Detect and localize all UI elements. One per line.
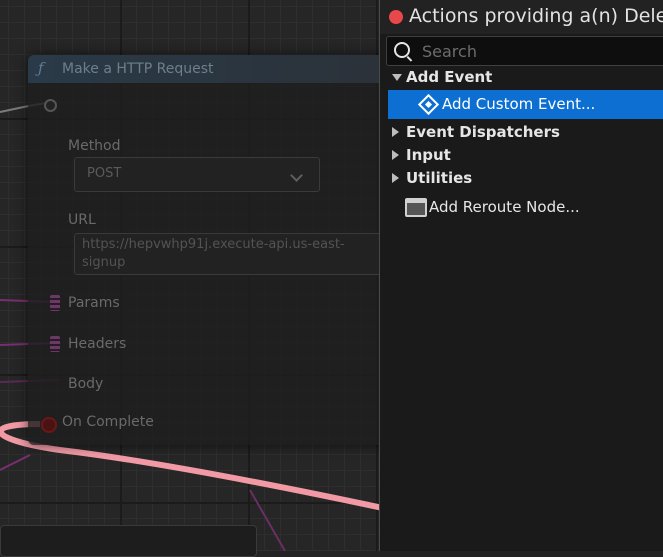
make-http-request-node[interactable]: ƒ Make a HTTP Request Method POST URL ht… xyxy=(28,55,410,445)
add-custom-event-item[interactable]: Add Custom Event... xyxy=(388,90,663,119)
body-label: Body xyxy=(68,376,104,392)
url-line-1: https://hepvwhp91j.execute-api.us-east- xyxy=(82,237,345,252)
menu-title: Actions providing a(n) Deleg xyxy=(409,5,663,27)
expand-right-icon xyxy=(392,173,399,183)
url-line-2: signup xyxy=(82,255,126,270)
on-complete-label: On Complete xyxy=(62,414,154,430)
partial-node[interactable] xyxy=(0,525,257,557)
category-utilities[interactable]: Utilities xyxy=(386,168,663,190)
node-title: Make a HTTP Request xyxy=(62,61,214,77)
category-label: Input xyxy=(406,146,451,164)
expand-right-icon xyxy=(392,150,399,160)
category-label: Add Event xyxy=(406,68,493,86)
category-input[interactable]: Input xyxy=(386,145,663,167)
reroute-node-icon xyxy=(405,198,427,217)
search-icon xyxy=(394,42,410,58)
menu-title-bar: Actions providing a(n) Deleg xyxy=(380,0,663,34)
function-icon: ƒ xyxy=(38,59,44,77)
params-label: Params xyxy=(68,295,120,311)
on-complete-pin[interactable] xyxy=(41,417,57,433)
add-reroute-node-item[interactable]: Add Reroute Node... xyxy=(403,196,663,220)
category-add-event[interactable]: Add Event xyxy=(386,67,663,89)
method-label: Method xyxy=(68,138,121,154)
custom-event-icon xyxy=(417,93,440,116)
menu-item-label: Add Reroute Node... xyxy=(429,198,580,216)
url-field[interactable]: https://hepvwhp91j.execute-api.us-east- … xyxy=(74,233,410,275)
search-box[interactable] xyxy=(386,36,663,66)
close-icon[interactable] xyxy=(389,10,403,24)
exec-input-pin[interactable] xyxy=(44,99,57,112)
actions-context-menu[interactable]: Actions providing a(n) Deleg Add Event A… xyxy=(379,0,663,551)
category-event-dispatchers[interactable]: Event Dispatchers xyxy=(386,122,663,144)
category-label: Utilities xyxy=(406,169,473,187)
category-label: Event Dispatchers xyxy=(406,123,560,141)
url-label: URL xyxy=(68,212,96,228)
node-header[interactable]: ƒ Make a HTTP Request xyxy=(28,55,408,83)
method-dropdown[interactable]: POST xyxy=(74,157,320,192)
headers-label: Headers xyxy=(68,336,127,352)
menu-item-label: Add Custom Event... xyxy=(442,95,596,113)
chevron-down-icon xyxy=(290,169,303,182)
method-value: POST xyxy=(87,166,122,181)
search-input[interactable] xyxy=(420,40,654,62)
headers-pin[interactable] xyxy=(50,336,60,352)
expand-right-icon xyxy=(392,127,399,137)
expand-down-icon xyxy=(392,74,402,81)
params-pin[interactable] xyxy=(50,295,60,311)
